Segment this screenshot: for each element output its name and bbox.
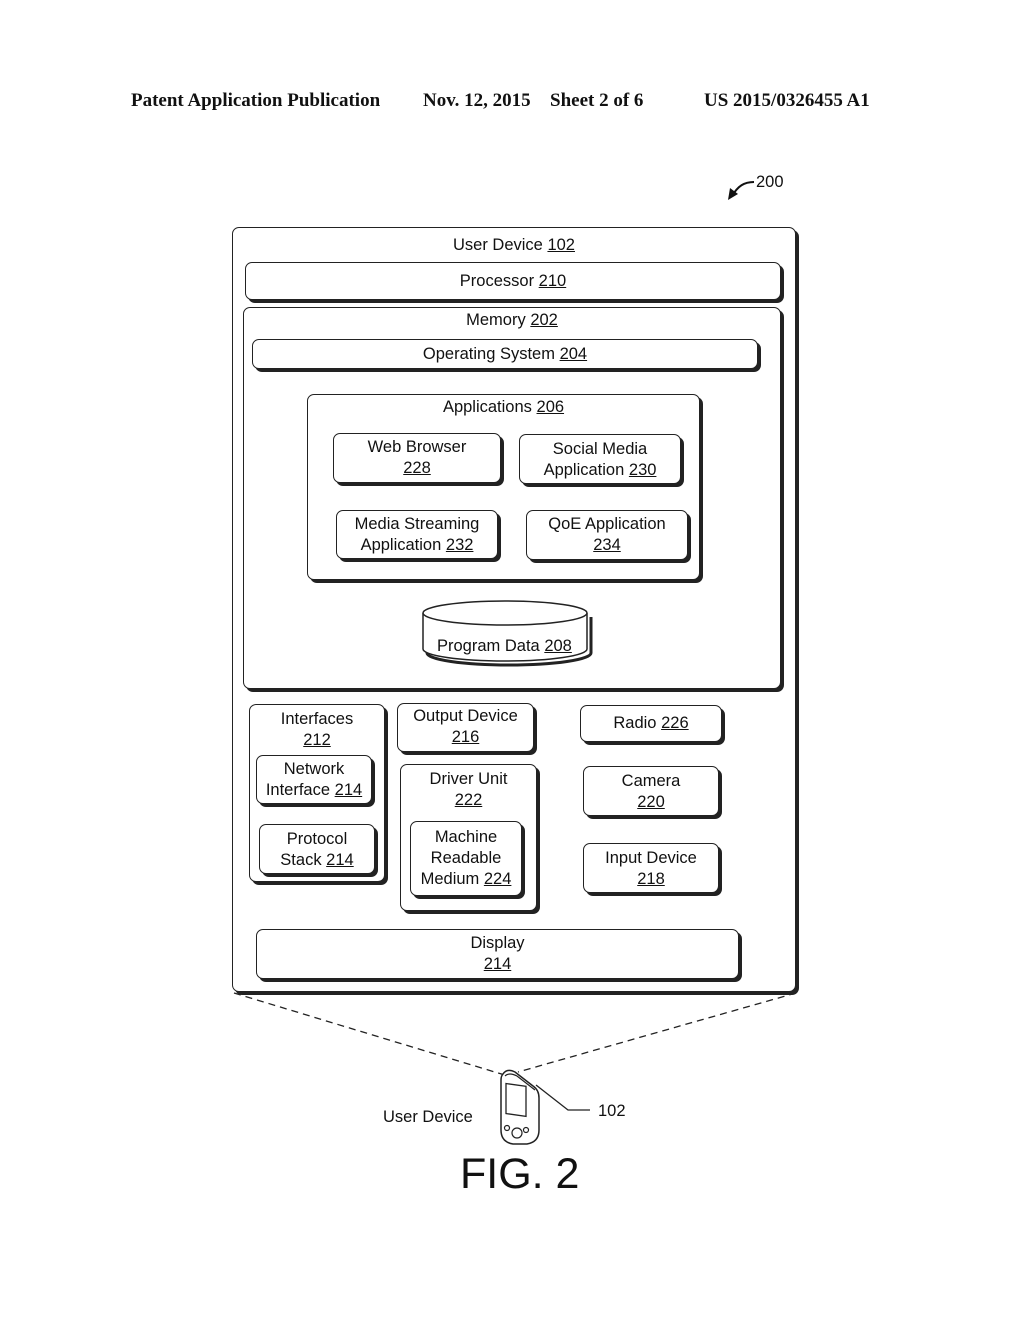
device-caption: User Device bbox=[383, 1108, 473, 1126]
figure-label: FIG. 2 bbox=[460, 1150, 580, 1198]
device-reference: 102 bbox=[598, 1102, 626, 1120]
mobile-phone-icon bbox=[500, 1069, 540, 1145]
